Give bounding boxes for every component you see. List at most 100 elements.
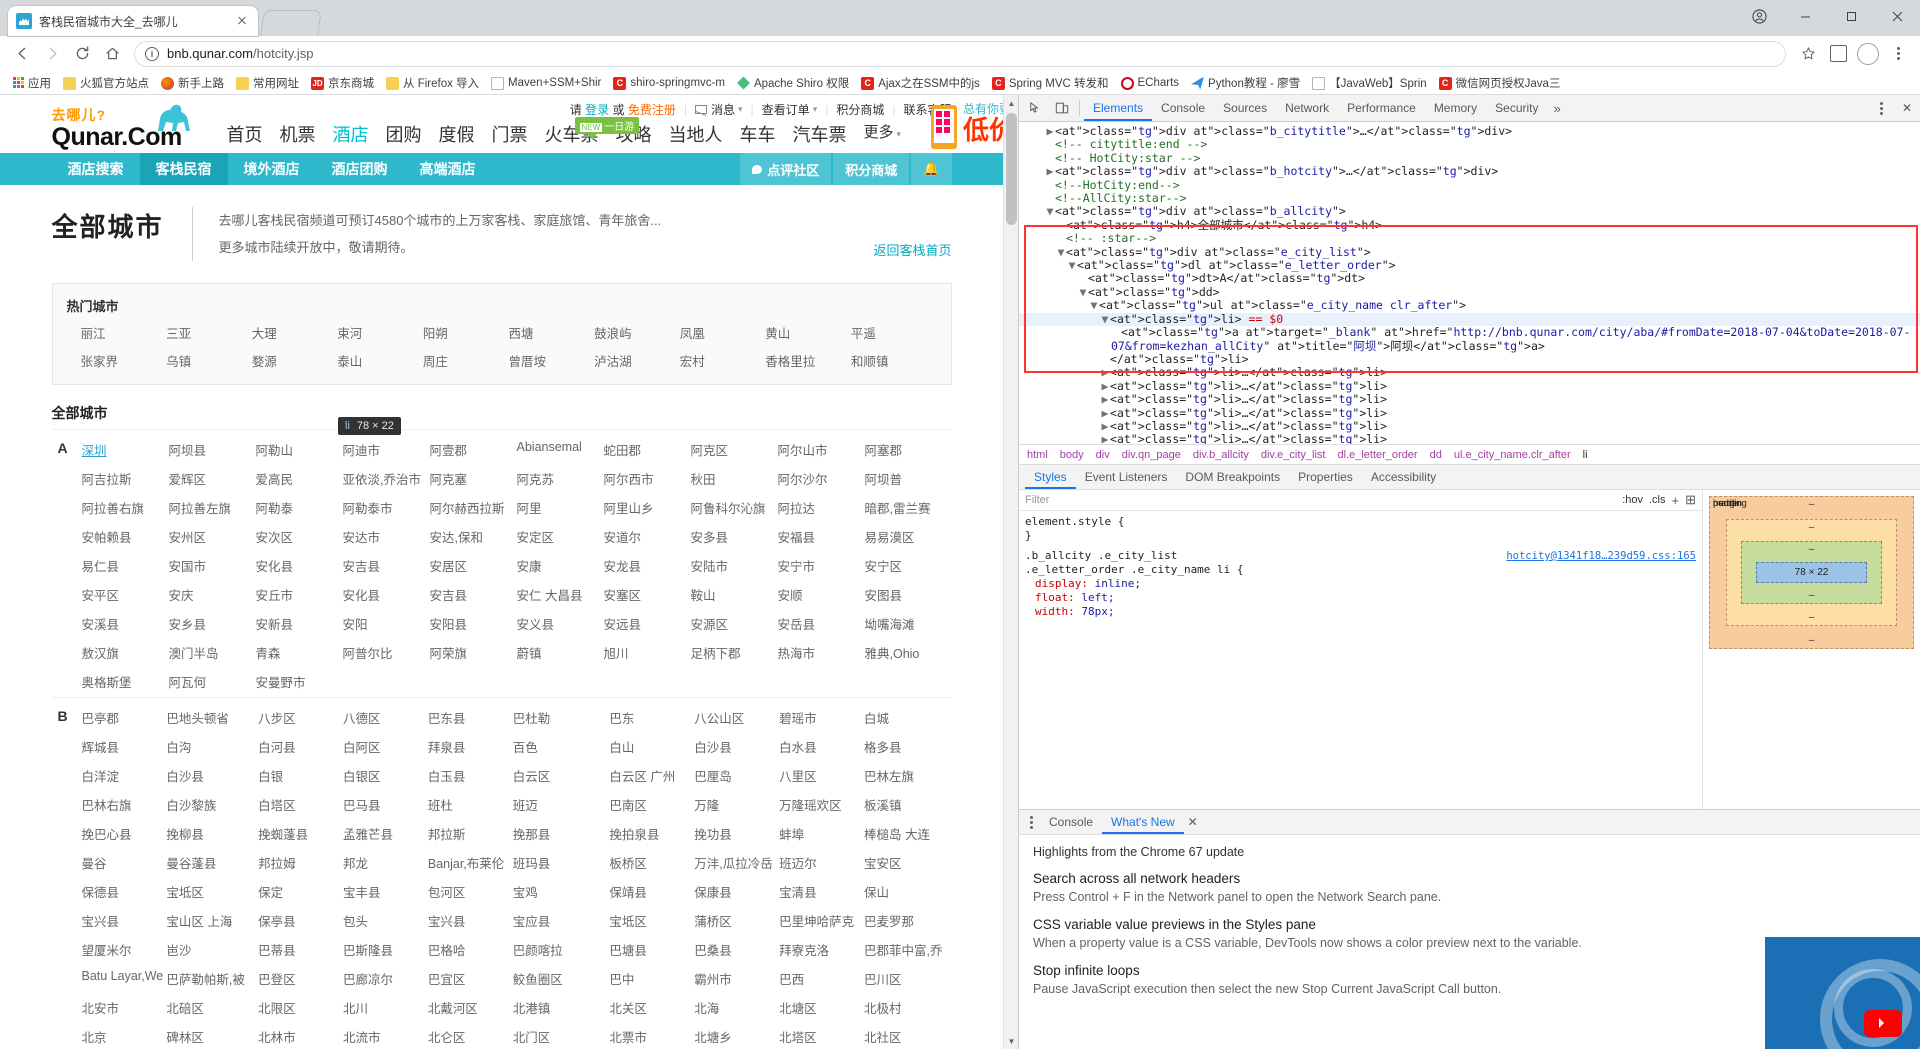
city-link[interactable]: 阿勒泰 <box>256 502 294 516</box>
city-link[interactable]: 安顺 <box>778 589 803 603</box>
bookmark-star-icon[interactable] <box>1794 40 1822 68</box>
city-link[interactable]: 巴东 <box>609 712 634 726</box>
city-list-item[interactable]: 保康县 <box>694 882 779 901</box>
tab-sources[interactable]: Sources <box>1214 95 1276 121</box>
city-list-item[interactable]: 白沟 <box>166 737 258 756</box>
dom-tree[interactable]: ▶ <at">class="tg">div at">class="b_cityti… <box>1019 122 1920 444</box>
city-link[interactable]: 北川 <box>343 1002 368 1016</box>
city-list-item[interactable]: 阿勒泰市 <box>343 498 430 517</box>
city-list-item[interactable] <box>343 672 430 691</box>
city-list-item[interactable]: 板溪镇 <box>864 795 952 814</box>
hot-city-link[interactable]: 乌镇 <box>166 351 252 370</box>
forward-icon[interactable] <box>38 40 66 68</box>
css-declaration[interactable]: width: 78px; <box>1025 605 1696 619</box>
subnav-hotel-groupbuy[interactable]: 酒店团购 <box>316 153 404 185</box>
city-list-item[interactable]: 万沣,瓜拉冷岳 <box>694 853 779 872</box>
city-list-item[interactable]: 白山 <box>609 737 694 756</box>
city-list-item[interactable]: 巴马县 <box>343 795 428 814</box>
city-list-item[interactable]: 北京 <box>82 1027 167 1046</box>
promo-banner[interactable]: 总有你要的 低价 <box>929 95 1003 153</box>
city-list-item[interactable]: 拜寮克洛 <box>779 940 864 959</box>
city-list-item[interactable]: 阿瓦何 <box>169 672 256 691</box>
city-link[interactable]: 巴厘岛 <box>694 770 732 784</box>
city-link[interactable]: 邦拉姆 <box>258 857 296 871</box>
city-list-item[interactable]: 蒲桥区 <box>694 911 779 930</box>
breadcrumb-item[interactable]: ul.e_city_name.clr_after <box>1454 449 1571 461</box>
city-link[interactable]: 安塞区 <box>604 589 642 603</box>
subnav-hotel-search[interactable]: 酒店搜索 <box>52 153 140 185</box>
city-list-item[interactable]: 安仁 大昌县 <box>517 585 604 604</box>
city-list-item[interactable]: 安溪县 <box>82 614 169 633</box>
city-list-item[interactable]: 巴蒂县 <box>258 940 343 959</box>
city-list-item[interactable]: 阿里山乡 <box>604 498 691 517</box>
nav-item-vacation[interactable]: 度假 <box>439 121 475 147</box>
city-list-item[interactable]: 板桥区 <box>609 853 694 872</box>
city-link[interactable]: 保定 <box>258 886 283 900</box>
hot-city-link[interactable]: 西塘 <box>508 323 594 342</box>
city-link[interactable]: 阿鲁科尔沁旗 <box>691 502 766 516</box>
city-link[interactable]: 坳嘴海滩 <box>865 618 915 632</box>
city-link[interactable]: 安源区 <box>691 618 729 632</box>
breadcrumb-item[interactable]: dd <box>1430 449 1442 461</box>
dom-node[interactable]: ▶ <at">class="tg">div at">class="b_cityti… <box>1019 124 1920 138</box>
city-list-item[interactable]: 北极村 <box>864 998 952 1017</box>
city-list-item[interactable]: 北海 <box>694 998 779 1017</box>
youtube-promo-icon[interactable] <box>1765 937 1920 1049</box>
dom-node[interactable]: </at">class="tg">li> <box>1019 352 1920 366</box>
city-link[interactable]: 北塘乡 <box>694 1031 732 1045</box>
city-list-item[interactable]: 保靖县 <box>609 882 694 901</box>
city-list-item[interactable]: 旭川 <box>604 643 691 662</box>
city-list-item[interactable]: 白河县 <box>258 737 343 756</box>
new-style-rule-icon[interactable]: + <box>1672 493 1680 508</box>
new-tab-button[interactable] <box>260 10 322 36</box>
city-list-item[interactable]: 北流市 <box>343 1027 428 1046</box>
city-list-item[interactable]: 巴登区 <box>258 969 343 988</box>
city-link[interactable]: 北塘区 <box>779 1002 817 1016</box>
dom-node[interactable]: ▶ <at">class="tg">li>…</at">class="tg">li… <box>1019 432 1920 444</box>
subnav-overseas-hotel[interactable]: 境外酒店 <box>228 153 316 185</box>
city-link[interactable]: 蒲桥区 <box>694 915 732 929</box>
nav-item-groupbuy[interactable]: 团购 <box>386 121 422 147</box>
city-link[interactable]: 阿荣旗 <box>430 647 468 661</box>
city-list-item[interactable]: 保定 <box>258 882 343 901</box>
city-link[interactable]: 巴地头顿省 <box>166 712 229 726</box>
city-list-item[interactable]: 白云区 广州 <box>609 766 694 785</box>
city-list-item[interactable]: 八公山区 <box>694 708 779 727</box>
city-link[interactable]: 挽巴心县 <box>82 828 132 842</box>
bookmark-common-sites[interactable]: 常用网址 <box>231 73 304 93</box>
city-link[interactable]: 宝鸡 <box>513 886 538 900</box>
city-list-item[interactable]: 阿克塞 <box>430 469 517 488</box>
city-link[interactable]: 挽柳县 <box>166 828 204 842</box>
city-list-item[interactable]: 班杜 <box>428 795 513 814</box>
city-link[interactable]: 巴宜区 <box>428 973 466 987</box>
city-link[interactable]: 旭川 <box>604 647 629 661</box>
city-list-item[interactable]: 阿坝普 <box>865 469 952 488</box>
nav-item-home[interactable]: 首页 <box>227 121 263 147</box>
city-link[interactable]: 北仑区 <box>428 1031 466 1045</box>
css-declaration[interactable]: float: left; <box>1025 591 1696 605</box>
city-list-item[interactable]: 挽巴心县 <box>82 824 167 843</box>
tab-elements[interactable]: Elements <box>1084 95 1153 121</box>
hot-city-link[interactable]: 泰山 <box>337 351 423 370</box>
hot-city-link[interactable]: 曾厝垵 <box>508 351 594 370</box>
city-list-item[interactable]: 宝兴县 <box>82 911 167 930</box>
city-link[interactable]: 宝安区 <box>864 857 902 871</box>
city-list-item[interactable]: 安化县 <box>343 585 430 604</box>
city-link[interactable]: 邦拉斯 <box>428 828 466 842</box>
dom-node[interactable]: ▼ <at">class="tg">ul at">class="e_city_na… <box>1019 298 1920 312</box>
dom-node[interactable]: ▶ <at">class="tg">li>…</at">class="tg">li… <box>1019 392 1920 406</box>
city-list-item[interactable]: 巴廊凉尔 <box>343 969 428 988</box>
element-style-rule[interactable]: element.style { } <box>1025 515 1696 543</box>
breadcrumb-item[interactable]: div <box>1096 449 1110 461</box>
city-link[interactable]: 安定区 <box>517 531 555 545</box>
city-list-item[interactable]: 安定区 <box>517 527 604 546</box>
city-link[interactable]: 安图县 <box>865 589 903 603</box>
city-link[interactable]: 白沙县 <box>694 741 732 755</box>
breadcrumb-item[interactable]: body <box>1060 449 1084 461</box>
city-list-item[interactable]: 安图县 <box>865 585 952 604</box>
city-link[interactable]: 邦龙 <box>343 857 368 871</box>
city-list-item[interactable]: 鞍山 <box>691 585 778 604</box>
city-list-item[interactable]: 阿壹郡 <box>430 440 517 459</box>
city-list-item[interactable]: 蔚镇 <box>517 643 604 662</box>
city-link[interactable]: 白云区 广州 <box>609 770 675 784</box>
